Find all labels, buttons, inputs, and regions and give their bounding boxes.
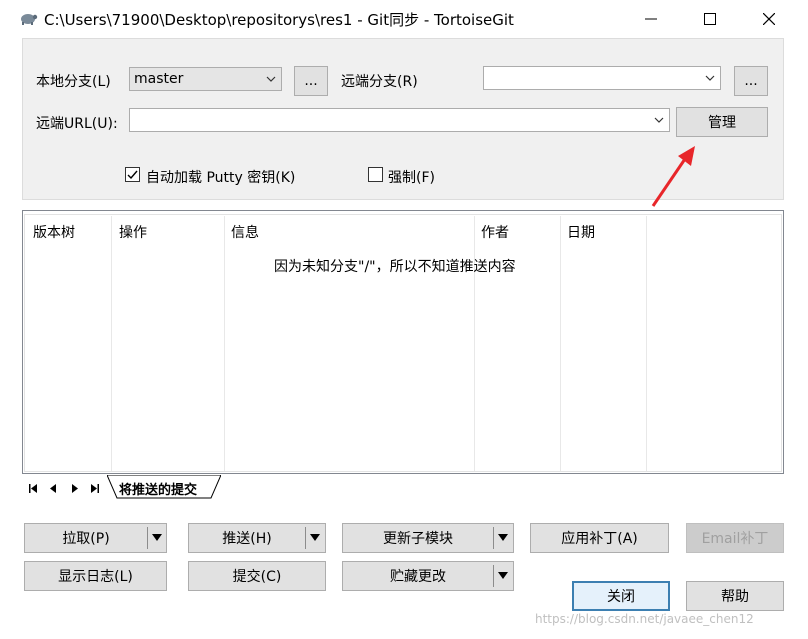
dropdown-arrow-icon[interactable] — [152, 534, 162, 541]
email-patch-button[interactable]: Email补丁 — [686, 523, 784, 553]
dropdown-arrow-icon[interactable] — [498, 534, 508, 541]
chevron-down-icon — [266, 76, 276, 82]
column-divider — [474, 216, 475, 471]
maximize-icon — [704, 13, 716, 25]
local-branch-value: master — [134, 71, 184, 87]
checkmark-icon — [127, 170, 138, 180]
column-header-message[interactable]: 信息 — [231, 222, 259, 242]
prev-tab-icon — [50, 484, 56, 493]
maximize-button[interactable] — [681, 0, 739, 38]
auto-load-putty-label: 自动加载 Putty 密钥(K) — [146, 170, 296, 186]
split-divider — [147, 527, 148, 549]
split-divider — [493, 527, 494, 549]
chevron-down-icon — [705, 75, 715, 81]
tab-nav-arrows — [29, 484, 99, 493]
first-tab-icon — [29, 484, 37, 493]
apply-patch-button[interactable]: 应用补丁(A) — [530, 523, 669, 553]
last-tab-icon — [91, 484, 99, 493]
local-branch-browse-button[interactable]: ... — [294, 66, 328, 96]
remote-url-combobox[interactable] — [129, 108, 670, 132]
window-title: C:\Users\71900\Desktop\repositorys\res1 … — [44, 11, 514, 29]
column-divider — [646, 216, 647, 471]
force-checkbox[interactable] — [368, 167, 383, 182]
pull-button[interactable]: 拉取(P) — [24, 523, 167, 553]
push-label: 推送(H) — [222, 531, 272, 547]
stash-label: 贮藏更改 — [390, 569, 446, 585]
commit-label: 提交(C) — [232, 569, 282, 585]
minimize-icon — [645, 18, 657, 20]
local-branch-label: 本地分支(L) — [36, 74, 111, 90]
watermark: https://blog.csdn.net/javaee_chen12 — [535, 612, 754, 626]
dropdown-arrow-icon[interactable] — [498, 572, 508, 579]
remote-branch-browse-button[interactable]: ... — [734, 66, 768, 96]
commits-list-inner — [24, 214, 782, 472]
local-branch-select[interactable]: master — [129, 67, 282, 91]
column-divider — [111, 216, 112, 471]
column-divider — [224, 216, 225, 471]
title-bar: C:\Users\71900\Desktop\repositorys\res1 … — [0, 0, 808, 38]
next-tab-icon — [72, 484, 78, 493]
column-header-author[interactable]: 作者 — [481, 222, 509, 242]
auto-load-putty-checkbox[interactable] — [125, 167, 140, 182]
split-divider — [305, 527, 306, 549]
column-header-date[interactable]: 日期 — [567, 222, 595, 242]
commit-button[interactable]: 提交(C) — [188, 561, 326, 591]
close-button[interactable]: 关闭 — [572, 581, 670, 611]
show-log-button[interactable]: 显示日志(L) — [24, 561, 167, 591]
column-divider — [560, 216, 561, 471]
pull-label: 拉取(P) — [62, 531, 110, 547]
tortoise-icon — [21, 14, 38, 25]
annotation-arrow-icon — [651, 146, 695, 207]
force-label: 强制(F) — [388, 170, 435, 186]
apply-patch-label: 应用补丁(A) — [561, 531, 638, 547]
push-button[interactable]: 推送(H) — [188, 523, 326, 553]
close-window-button[interactable] — [740, 0, 798, 38]
remote-branch-select[interactable] — [483, 66, 721, 90]
help-label: 帮助 — [721, 589, 749, 605]
column-header-graph[interactable]: 版本树 — [33, 222, 75, 242]
close-icon — [763, 13, 775, 25]
dropdown-arrow-icon[interactable] — [310, 534, 320, 541]
remote-branch-label: 远端分支(R) — [341, 74, 418, 90]
email-patch-label: Email补丁 — [701, 531, 769, 547]
update-submodules-label: 更新子模块 — [383, 531, 453, 547]
minimize-button[interactable] — [622, 0, 680, 38]
remote-url-label: 远端URL(U): — [36, 116, 118, 132]
manage-button[interactable]: 管理 — [676, 107, 768, 137]
column-header-action[interactable]: 操作 — [119, 222, 147, 242]
chevron-down-icon — [654, 117, 664, 123]
empty-list-message: 因为未知分支"/"，所以不知道推送内容 — [274, 259, 516, 275]
close-label: 关闭 — [607, 589, 635, 605]
tab-commits-to-push-label: 将推送的提交 — [119, 483, 198, 498]
stash-button[interactable]: 贮藏更改 — [342, 561, 514, 591]
show-log-label: 显示日志(L) — [58, 569, 133, 585]
help-button[interactable]: 帮助 — [686, 581, 784, 611]
split-divider — [493, 565, 494, 587]
update-submodules-button[interactable]: 更新子模块 — [342, 523, 514, 553]
